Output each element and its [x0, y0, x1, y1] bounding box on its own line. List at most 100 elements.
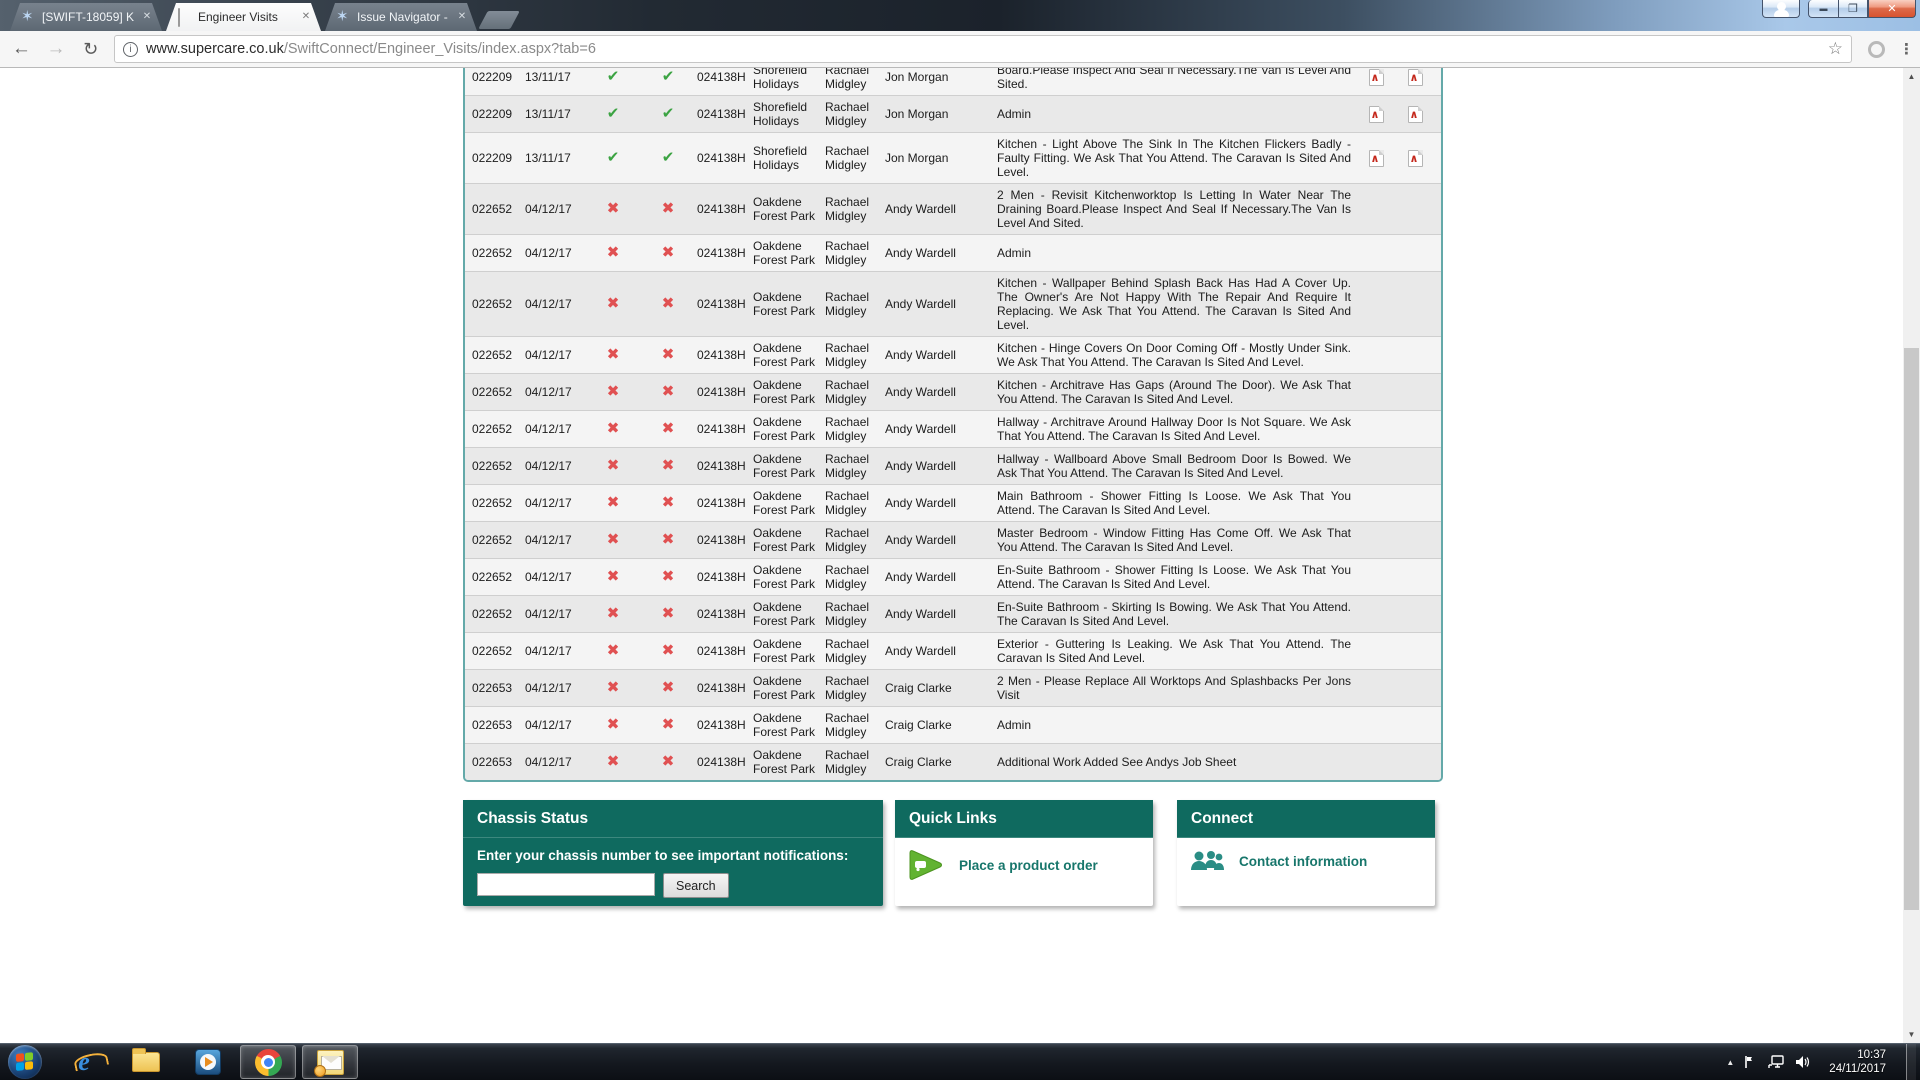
tab-engineer-visits[interactable]: Engineer Visits ✕: [166, 3, 321, 31]
visits-table-body: 022209 13/11/17 ✔ ✔ 024138H Shorefield H…: [465, 68, 1441, 780]
salesperson-cell: Rachael Midgley: [825, 711, 885, 739]
status-check-icon: ✔: [587, 70, 639, 84]
salesperson-cell: Rachael Midgley: [825, 637, 885, 665]
scroll-down-arrow-icon[interactable]: ▼: [1903, 1026, 1920, 1043]
tab-strip: [SWIFT-18059] Kitchen - ✕ Engineer Visit…: [10, 3, 515, 31]
minimize-button[interactable]: [1808, 0, 1838, 18]
action-center-flag-icon[interactable]: [1744, 1055, 1758, 1069]
salesperson-cell: Rachael Midgley: [825, 290, 885, 318]
salesperson-cell: Rachael Midgley: [825, 341, 885, 369]
table-row[interactable]: 022652 04/12/17 ✖ ✖ 024138H Oakdene Fore…: [465, 271, 1441, 336]
table-row[interactable]: 022652 04/12/17 ✖ ✖ 024138H Oakdene Fore…: [465, 183, 1441, 234]
close-icon[interactable]: ✕: [140, 10, 154, 24]
close-icon[interactable]: ✕: [455, 10, 469, 24]
panel-title: Connect: [1177, 800, 1435, 838]
chassis-search-button[interactable]: Search: [663, 873, 729, 898]
scroll-up-arrow-icon[interactable]: ▲: [1903, 68, 1920, 85]
browser-menu-icon[interactable]: [1899, 40, 1914, 58]
status-check-icon: ✔: [587, 107, 639, 121]
taskbar-chrome[interactable]: [240, 1045, 296, 1079]
bookmark-star-icon[interactable]: [1828, 39, 1843, 59]
status-check-icon: ✖: [639, 607, 697, 621]
table-row[interactable]: 022209 13/11/17 ✔ ✔ 024138H Shorefield H…: [465, 95, 1441, 132]
taskbar-internet-explorer[interactable]: e: [64, 1045, 104, 1079]
description-cell: Kitchen - Wallpaper Behind Splash Back H…: [997, 276, 1357, 332]
info-icon[interactable]: i: [123, 42, 138, 57]
pdf-document-icon[interactable]: [1408, 69, 1423, 86]
address-bar[interactable]: i www.supercare.co.uk/SwiftConnect/Engin…: [114, 35, 1852, 63]
pdf-document-icon[interactable]: [1369, 69, 1384, 86]
panel-title: Quick Links: [895, 800, 1153, 838]
table-row[interactable]: 022653 04/12/17 ✖ ✖ 024138H Oakdene Fore…: [465, 706, 1441, 743]
status-check-icon: ✖: [587, 570, 639, 584]
table-row[interactable]: 022653 04/12/17 ✖ ✖ 024138H Oakdene Fore…: [465, 743, 1441, 780]
status-check-icon: ✖: [639, 644, 697, 658]
table-row[interactable]: 022652 04/12/17 ✖ ✖ 024138H Oakdene Fore…: [465, 521, 1441, 558]
description-cell: Hallway - Wallboard Above Small Bedroom …: [997, 452, 1357, 480]
table-row[interactable]: 022652 04/12/17 ✖ ✖ 024138H Oakdene Fore…: [465, 410, 1441, 447]
tab-swift-18059[interactable]: [SWIFT-18059] Kitchen - ✕: [10, 3, 162, 31]
pdf-document-icon[interactable]: [1369, 106, 1384, 123]
tab-issue-navigator[interactable]: Issue Navigator - Surfbay ✕: [325, 3, 477, 31]
salesperson-cell: Rachael Midgley: [825, 748, 885, 776]
table-row[interactable]: 022652 04/12/17 ✖ ✖ 024138H Oakdene Fore…: [465, 447, 1441, 484]
tray-expand-icon[interactable]: [1726, 1058, 1734, 1067]
engineer-cell: Andy Wardell: [885, 570, 997, 584]
show-desktop-button[interactable]: [1906, 1044, 1916, 1080]
chassis-number-input[interactable]: [477, 873, 655, 896]
table-row[interactable]: 022653 04/12/17 ✖ ✖ 024138H Oakdene Fore…: [465, 669, 1441, 706]
jira-icon: [335, 9, 351, 25]
description-cell: Kitchen - Architrave Has Gaps (Around Th…: [997, 378, 1357, 406]
reload-button[interactable]: [77, 35, 104, 63]
forward-button[interactable]: [43, 35, 70, 63]
chassis-status-panel: Chassis Status Enter your chassis number…: [463, 800, 883, 906]
contacts-people-icon: [1189, 848, 1225, 874]
quick-links-panel: Quick Links Place a product order: [895, 800, 1153, 906]
table-row[interactable]: 022652 04/12/17 ✖ ✖ 024138H Oakdene Fore…: [465, 373, 1441, 410]
status-check-icon: ✖: [587, 459, 639, 473]
tab-title: Engineer Visits: [198, 10, 293, 24]
maximize-button[interactable]: [1838, 0, 1868, 18]
taskbar-media-player[interactable]: [188, 1045, 228, 1079]
table-row[interactable]: 022652 04/12/17 ✖ ✖ 024138H Oakdene Fore…: [465, 595, 1441, 632]
chassis-cell: 024138H: [697, 496, 753, 510]
pdf-document-icon[interactable]: [1369, 150, 1384, 167]
table-row[interactable]: 022209 13/11/17 ✔ ✔ 024138H Shorefield H…: [465, 132, 1441, 183]
description-cell: Kitchen - Hinge Covers On Door Coming Of…: [997, 341, 1357, 369]
park-cell: Oakdene Forest Park: [753, 600, 825, 628]
table-row[interactable]: 022209 13/11/17 ✔ ✔ 024138H Shorefield H…: [465, 68, 1441, 95]
pdf-document-icon[interactable]: [1408, 150, 1423, 167]
start-button[interactable]: [8, 1045, 42, 1079]
extension-icon[interactable]: [1868, 41, 1885, 58]
status-check-icon: ✖: [587, 718, 639, 732]
table-row[interactable]: 022652 04/12/17 ✖ ✖ 024138H Oakdene Fore…: [465, 336, 1441, 373]
network-icon[interactable]: [1768, 1055, 1785, 1069]
page-scrollbar[interactable]: ▲ ▼: [1903, 68, 1920, 1043]
engineer-cell: Andy Wardell: [885, 496, 997, 510]
table-row[interactable]: 022652 04/12/17 ✖ ✖ 024138H Oakdene Fore…: [465, 234, 1441, 271]
order-number-cell: 022652: [465, 202, 525, 216]
status-check-icon: ✖: [587, 385, 639, 399]
back-button[interactable]: [8, 35, 35, 63]
table-row[interactable]: 022652 04/12/17 ✖ ✖ 024138H Oakdene Fore…: [465, 632, 1441, 669]
taskbar-clock[interactable]: 10:37 24/11/2017: [1829, 1048, 1886, 1076]
close-window-button[interactable]: [1868, 0, 1916, 18]
contact-information-link[interactable]: Contact information: [1239, 854, 1367, 869]
taskbar-outlook[interactable]: [302, 1045, 358, 1079]
park-cell: Oakdene Forest Park: [753, 239, 825, 267]
profile-button[interactable]: [1762, 0, 1800, 18]
status-check-icon: ✖: [639, 496, 697, 510]
taskbar-explorer[interactable]: [126, 1045, 166, 1079]
table-row[interactable]: 022652 04/12/17 ✖ ✖ 024138H Oakdene Fore…: [465, 484, 1441, 521]
engineer-visits-page: 022209 13/11/17 ✔ ✔ 024138H Shorefield H…: [463, 68, 1443, 906]
close-icon[interactable]: ✕: [299, 10, 313, 24]
new-tab-button[interactable]: [478, 11, 520, 29]
engineer-cell: Andy Wardell: [885, 459, 997, 473]
order-number-cell: 022652: [465, 644, 525, 658]
place-product-order-link[interactable]: Place a product order: [959, 858, 1098, 873]
pdf-document-icon[interactable]: [1408, 106, 1423, 123]
order-number-cell: 022652: [465, 246, 525, 260]
table-row[interactable]: 022652 04/12/17 ✖ ✖ 024138H Oakdene Fore…: [465, 558, 1441, 595]
scrollbar-thumb[interactable]: [1904, 348, 1919, 910]
volume-icon[interactable]: [1795, 1055, 1811, 1069]
